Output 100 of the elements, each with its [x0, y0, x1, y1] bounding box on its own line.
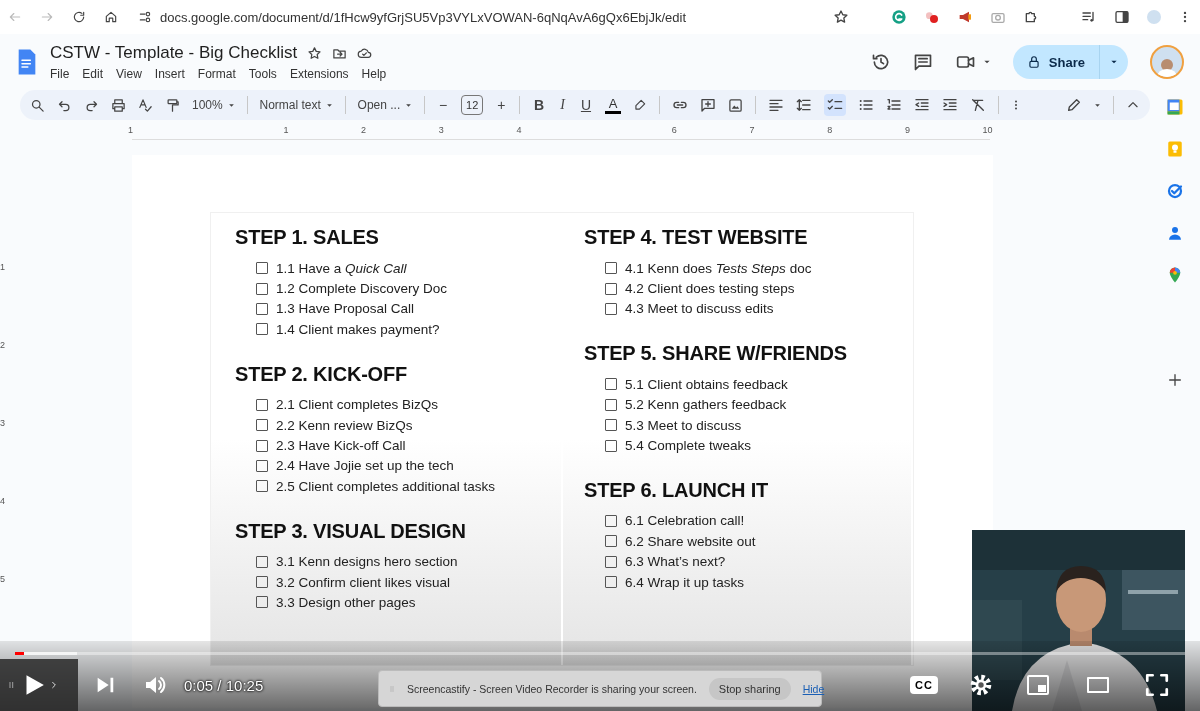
hide-link[interactable]: Hide	[802, 682, 825, 695]
video-time: 0:05 / 10:25	[184, 676, 264, 694]
caret-icon[interactable]	[982, 58, 991, 66]
spellcheck-icon[interactable]	[138, 97, 153, 113]
font-dropdown[interactable]: Open ...	[357, 98, 413, 112]
checkbox[interactable]	[256, 282, 268, 295]
reload-icon[interactable]	[72, 10, 86, 24]
fullscreen-icon[interactable]	[1144, 672, 1170, 698]
checkbox[interactable]	[605, 419, 617, 432]
checkbox[interactable]	[256, 262, 268, 275]
checkbox[interactable]	[256, 480, 268, 493]
increase-indent-icon[interactable]	[941, 97, 958, 113]
highlighter-icon[interactable]	[633, 98, 648, 112]
numbered-list-icon[interactable]	[885, 97, 902, 113]
ruler-number: 4	[516, 125, 522, 135]
checklist-item-text: 6.1 Celebration call!	[625, 513, 745, 529]
checklist-item-text: 5.1 Client obtains feedback	[625, 376, 788, 392]
share-button[interactable]: Share	[1012, 45, 1128, 79]
bold-button[interactable]: B	[532, 97, 547, 113]
search-icon[interactable]	[30, 97, 45, 113]
italic-button[interactable]: I	[558, 97, 567, 113]
checkbox[interactable]	[605, 378, 617, 391]
document-title[interactable]: CSTW - Template - Big Checklist	[50, 43, 298, 63]
star-icon[interactable]	[833, 9, 849, 25]
decrease-indent-icon[interactable]	[913, 97, 930, 113]
checklist-item-text: 1.4 Client makes payment?	[276, 321, 440, 337]
profile-avatar[interactable]	[1150, 45, 1184, 79]
comment-icon[interactable]	[912, 52, 933, 72]
site-info-icon[interactable]	[138, 10, 152, 24]
menu-item[interactable]: Edit	[82, 67, 111, 81]
stop-sharing-button[interactable]: Stop sharing	[708, 677, 791, 700]
bulleted-list-icon[interactable]	[857, 97, 874, 113]
menu-item[interactable]: Tools	[248, 67, 284, 81]
zoom-dropdown[interactable]: 100%	[192, 98, 235, 112]
checklist-item-text: 5.2 Kenn gathers feedback	[625, 397, 787, 413]
text-color-button[interactable]: A	[605, 96, 622, 114]
image-icon[interactable]	[727, 97, 743, 113]
checkbox[interactable]	[605, 282, 617, 295]
menu-item[interactable]: Format	[197, 67, 243, 81]
checkbox[interactable]	[256, 555, 268, 568]
chevron-icon[interactable]	[50, 679, 58, 691]
star-icon[interactable]	[307, 45, 323, 61]
ruler-number: 2	[361, 125, 367, 135]
puzzle-icon[interactable]	[1023, 9, 1039, 25]
align-left-icon[interactable]	[767, 97, 784, 113]
checkbox[interactable]	[605, 439, 617, 452]
checkbox[interactable]	[256, 419, 268, 432]
caret-icon	[227, 101, 235, 109]
checklist-item-text: 5.3 Meet to discuss	[625, 417, 742, 433]
print-icon[interactable]	[111, 97, 126, 113]
checkbox[interactable]	[605, 535, 617, 548]
clear-formatting-icon[interactable]	[969, 97, 986, 113]
miniplayer-icon[interactable]	[1024, 673, 1052, 697]
add-comment-icon[interactable]	[699, 97, 716, 113]
person-icon[interactable]	[1166, 224, 1184, 242]
media-list-icon[interactable]	[1081, 9, 1097, 25]
plus-icon[interactable]	[1167, 372, 1183, 388]
ruler-number: 2	[0, 340, 6, 352]
menu-item[interactable]: Extensions	[289, 67, 356, 81]
decrease-font-button[interactable]: −	[437, 97, 450, 113]
pencil-icon[interactable]	[1066, 97, 1083, 113]
checkbox[interactable]	[256, 398, 268, 411]
checkbox[interactable]	[605, 398, 617, 411]
caret-icon[interactable]	[1094, 101, 1102, 109]
font-size-field[interactable]: 12	[461, 95, 484, 115]
checkbox[interactable]	[256, 596, 268, 609]
increase-font-button[interactable]: +	[495, 97, 508, 113]
checklist-button[interactable]	[823, 94, 846, 116]
history-icon[interactable]	[870, 52, 891, 72]
ruler-number: 1	[283, 125, 289, 135]
checkbox[interactable]	[256, 459, 268, 472]
menu-item[interactable]: File	[50, 67, 77, 81]
checkbox[interactable]	[605, 514, 617, 527]
settings-icon[interactable]	[968, 672, 994, 698]
megaphone-icon[interactable]	[957, 9, 973, 25]
grammar-extension-icon[interactable]	[891, 9, 907, 25]
checklist-item-text: 1.2 Complete Discovery Doc	[276, 281, 448, 297]
checkbox[interactable]	[605, 262, 617, 275]
menu-item[interactable]: Insert	[154, 67, 192, 81]
calendar-icon[interactable]	[1166, 98, 1184, 116]
checkbox[interactable]	[605, 302, 617, 315]
menu-item[interactable]: Help	[361, 67, 394, 81]
checkbox[interactable]	[256, 576, 268, 589]
paint-format-icon[interactable]	[165, 97, 180, 113]
line-spacing-icon[interactable]	[795, 97, 812, 113]
checkbox[interactable]	[256, 439, 268, 452]
menu-item[interactable]: View	[116, 67, 149, 81]
checkbox[interactable]	[256, 323, 268, 336]
checkbox[interactable]	[605, 576, 617, 589]
style-dropdown[interactable]: Normal text	[259, 98, 333, 112]
side-panel-icon[interactable]	[1114, 9, 1130, 25]
checklist-item-text: 6.4 Wrap it up tasks	[625, 574, 745, 590]
document-icon[interactable]	[17, 48, 37, 76]
captions-button[interactable]: CC	[910, 676, 938, 694]
checklist-icon	[826, 97, 843, 113]
underline-button[interactable]: U	[578, 97, 594, 113]
check-circle-icon[interactable]	[1166, 182, 1184, 200]
checkbox[interactable]	[256, 302, 268, 315]
checkbox[interactable]	[605, 555, 617, 568]
home-icon[interactable]	[104, 10, 118, 24]
